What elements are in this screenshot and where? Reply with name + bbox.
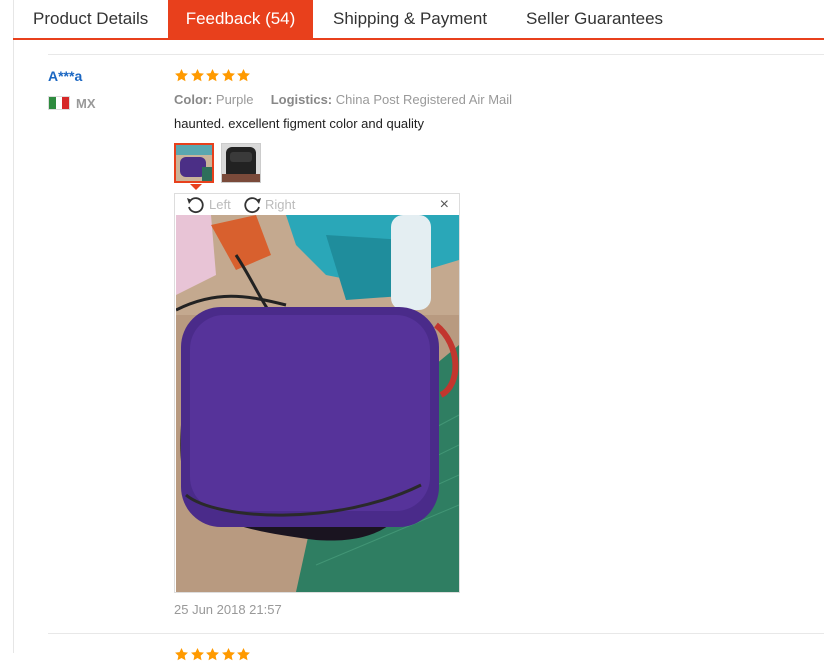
rotate-left-button[interactable]: Left	[185, 194, 231, 215]
rotate-left-label: Left	[209, 197, 231, 212]
selected-thumb-pointer	[190, 184, 202, 190]
logistics-value: China Post Registered Air Mail	[335, 92, 513, 107]
reviewer-name: A***a	[48, 68, 83, 84]
rating-stars	[174, 68, 252, 83]
color-label: Color:	[174, 92, 213, 107]
star-icon	[206, 68, 219, 82]
viewer-toolbar: Left Right ×	[175, 194, 459, 215]
close-icon[interactable]: ×	[440, 195, 449, 215]
rotate-right-label: Right	[265, 197, 296, 212]
color-value: Purple	[215, 92, 254, 107]
star-icon	[221, 647, 235, 661]
tab-feedback[interactable]: Feedback (54)	[168, 0, 313, 40]
flag-mx-icon	[48, 96, 70, 110]
review-photo	[176, 215, 459, 592]
reviewer-country: MX	[48, 95, 96, 111]
tab-bar: Product Details Feedback (54) Shipping &…	[13, 0, 824, 40]
review-date: 25 Jun 2018 21:57	[174, 602, 282, 617]
divider	[48, 633, 824, 634]
review-text: haunted. excellent figment color and qua…	[174, 116, 425, 131]
logistics-label: Logistics:	[270, 92, 333, 107]
order-info: Color: Purple Logistics: China Post Regi…	[174, 92, 512, 107]
star-icon	[206, 647, 219, 661]
tab-product-details[interactable]: Product Details	[33, 0, 148, 40]
review-photo-thumb-1[interactable]	[174, 143, 214, 183]
tab-shipping-payment[interactable]: Shipping & Payment	[333, 0, 487, 40]
next-review-stars	[174, 647, 252, 662]
country-code: MX	[76, 95, 96, 111]
divider	[48, 54, 824, 55]
thumb-image	[222, 144, 260, 182]
left-border	[13, 0, 14, 653]
thumb-image	[176, 145, 212, 181]
tab-seller-guarantees[interactable]: Seller Guarantees	[526, 0, 663, 40]
star-icon	[237, 68, 250, 82]
star-icon	[175, 647, 188, 661]
star-icon	[237, 647, 250, 661]
rotate-right-button[interactable]: Right	[241, 194, 295, 215]
star-icon	[190, 68, 204, 82]
star-icon	[221, 68, 235, 82]
star-icon	[190, 647, 204, 661]
review-photo-thumb-2[interactable]	[221, 143, 261, 183]
rotate-right-icon	[244, 196, 261, 213]
star-icon	[175, 68, 188, 82]
photo-viewer: Left Right ×	[174, 193, 460, 593]
rotate-left-icon	[187, 196, 204, 213]
